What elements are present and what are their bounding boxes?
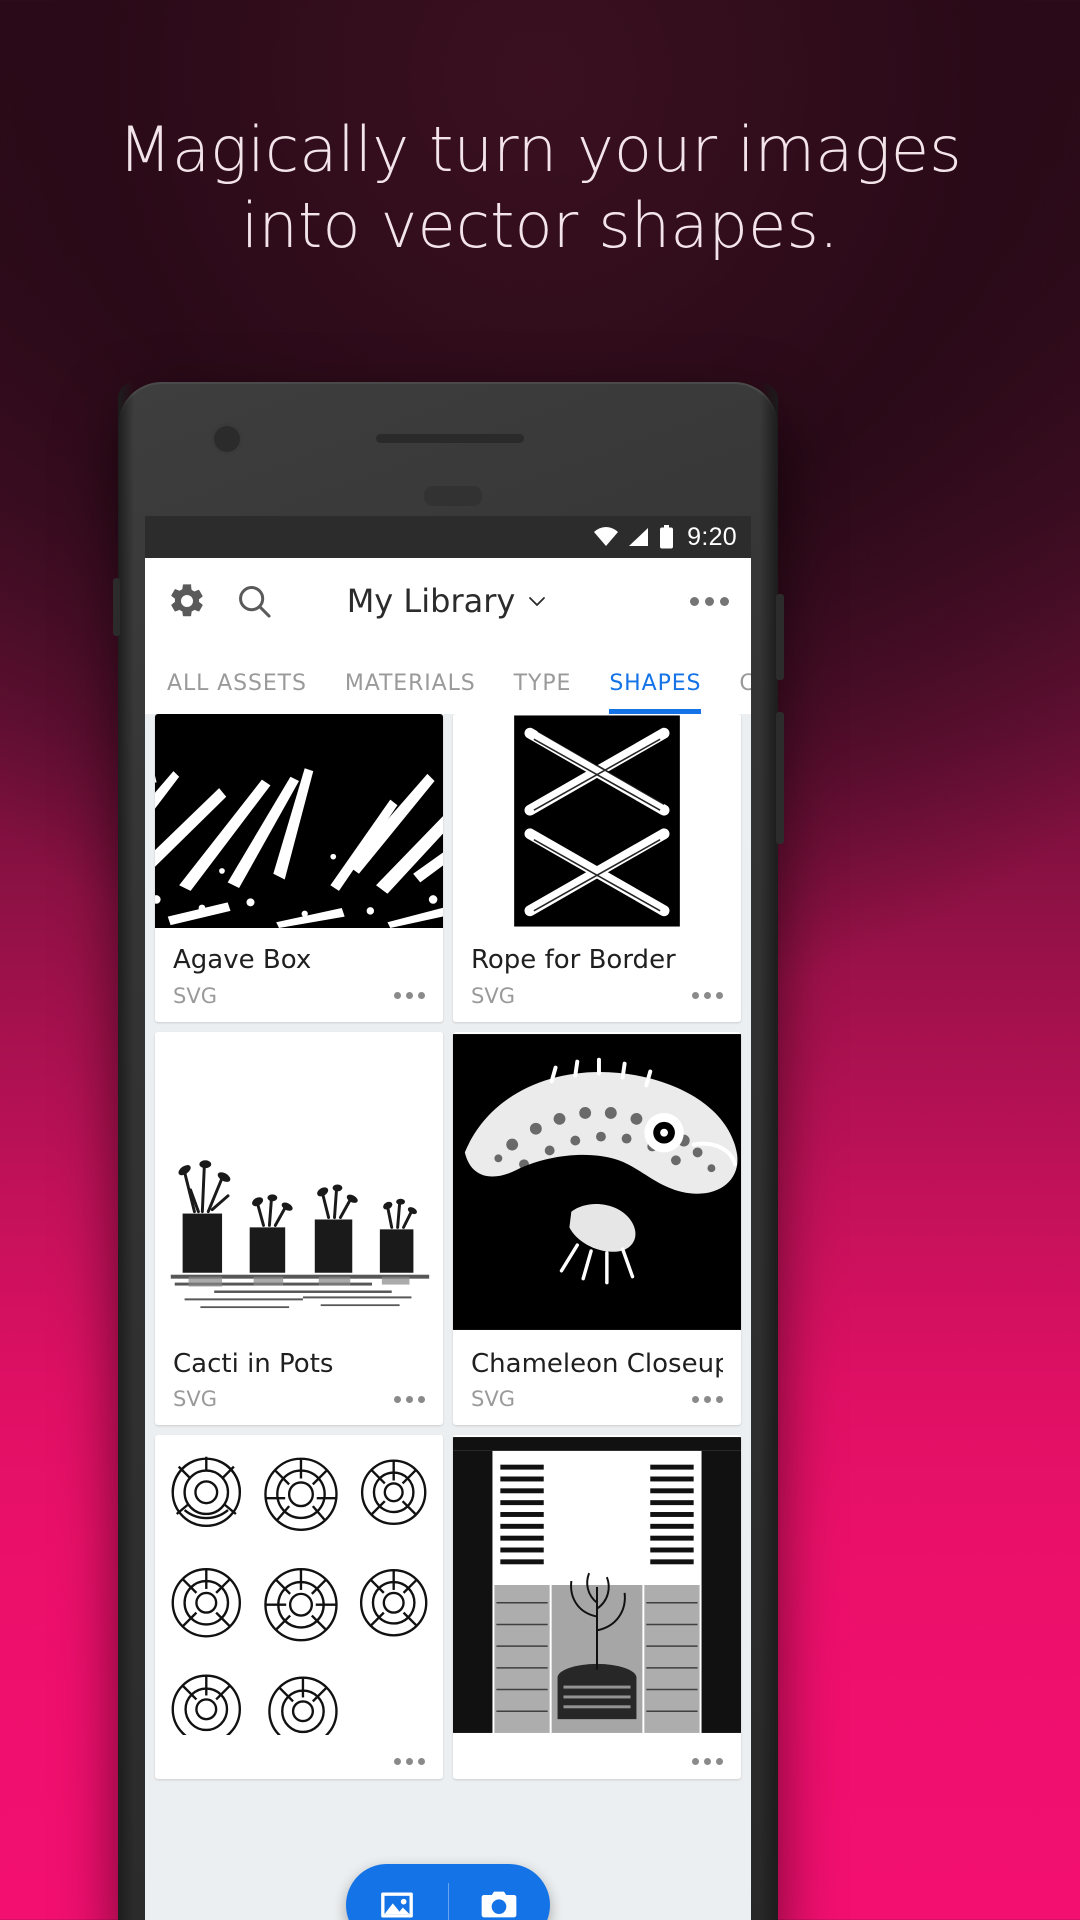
asset-title: Cacti in Pots — [173, 1348, 334, 1379]
side-button-left[interactable] — [113, 578, 120, 636]
more-horizontal-icon[interactable] — [394, 1395, 425, 1403]
dot — [394, 1758, 401, 1765]
signal-icon — [628, 527, 650, 547]
status-bar: 9:20 — [145, 516, 751, 558]
phone-screen: 9:20 My Library ALL ASSETS MATERIALS TYP… — [145, 516, 751, 1920]
floating-action-button[interactable] — [346, 1864, 550, 1920]
status-bar-icons — [593, 525, 674, 549]
asset-format: SVG — [173, 1387, 217, 1411]
promo-headline: Magically turn your images into vector s… — [0, 112, 1080, 263]
dot — [716, 1395, 723, 1403]
proximity-sensor — [424, 486, 482, 506]
dot — [418, 1395, 425, 1403]
dot — [705, 596, 714, 606]
dot — [418, 992, 425, 999]
gear-icon[interactable] — [167, 581, 207, 621]
image-icon — [377, 1885, 417, 1920]
more-horizontal-icon[interactable] — [692, 1758, 723, 1765]
asset-format: SVG — [173, 983, 217, 1008]
dot — [692, 1758, 699, 1765]
dot — [418, 1758, 425, 1765]
power-button[interactable] — [776, 712, 784, 844]
asset-card[interactable]: Rope for Border SVG — [453, 714, 741, 1022]
asset-card-meta: Rope for Border SVG — [453, 928, 741, 1022]
dot — [704, 1395, 711, 1403]
chevron-down-icon — [525, 589, 549, 613]
asset-card[interactable]: Cacti in Pots SVG — [155, 1031, 443, 1426]
asset-card-meta: Chameleon Closeup SVG — [453, 1332, 741, 1426]
asset-grid: Agave Box SVG Rope for Border SVG Cacti … — [145, 714, 751, 1779]
dot — [716, 992, 723, 999]
asset-card-meta: Cacti in Pots SVG — [155, 1332, 443, 1426]
asset-card[interactable]: Agave Box SVG — [155, 714, 443, 1022]
asset-thumbnail-succulents[interactable] — [155, 1435, 443, 1735]
more-horizontal-icon[interactable] — [692, 992, 723, 999]
asset-card-meta — [453, 1735, 741, 1779]
asset-card[interactable] — [155, 1435, 443, 1779]
more-horizontal-icon[interactable] — [394, 1758, 425, 1765]
earpiece-speaker — [376, 434, 524, 443]
asset-format: SVG — [471, 1387, 515, 1411]
asset-card-meta — [155, 1735, 443, 1779]
tab-colors[interactable]: COLORS — [721, 671, 751, 714]
asset-thumbnail-chameleon[interactable] — [453, 1031, 741, 1332]
dot — [394, 992, 401, 999]
page-title: My Library — [346, 582, 516, 620]
fab-camera-button[interactable] — [449, 1864, 551, 1920]
wifi-icon — [593, 527, 619, 547]
dot — [692, 992, 699, 999]
dot — [716, 1758, 723, 1765]
dot — [704, 992, 711, 999]
asset-title: Chameleon Closeup — [471, 1348, 723, 1379]
asset-thumbnail-rope[interactable] — [453, 714, 741, 928]
dot — [406, 992, 413, 999]
dot — [720, 596, 729, 606]
app-bar: My Library — [145, 558, 751, 644]
dot — [690, 596, 699, 606]
asset-card-meta: Agave Box SVG — [155, 928, 443, 1022]
dot — [692, 1395, 699, 1403]
tab-shapes[interactable]: SHAPES — [591, 671, 721, 714]
dot — [406, 1758, 413, 1765]
search-icon[interactable] — [235, 582, 273, 620]
asset-grid-scroll[interactable]: Agave Box SVG Rope for Border SVG Cacti … — [145, 714, 751, 1920]
more-horizontal-icon[interactable] — [692, 1395, 723, 1403]
dot — [394, 1395, 401, 1403]
asset-title: Agave Box — [173, 945, 312, 975]
tab-type[interactable]: TYPE — [496, 671, 592, 714]
asset-format: SVG — [471, 983, 515, 1008]
camera-icon — [479, 1885, 519, 1920]
more-horizontal-icon[interactable] — [394, 992, 425, 999]
asset-title: Rope for Border — [471, 945, 676, 975]
overflow-dots — [690, 596, 729, 606]
asset-thumbnail-cacti[interactable] — [155, 1031, 443, 1332]
asset-thumbnail-agave[interactable] — [155, 714, 443, 928]
dot — [704, 1758, 711, 1765]
more-horizontal-icon[interactable] — [690, 596, 729, 606]
headline-line-1: Magically turn your images — [118, 113, 962, 186]
asset-thumbnail-doorcactus[interactable] — [453, 1435, 741, 1735]
dot — [406, 1395, 413, 1403]
front-camera-icon — [214, 426, 240, 452]
fab-gallery-button[interactable] — [346, 1864, 448, 1920]
headline-line-2: into vector shapes. — [241, 188, 839, 262]
battery-icon — [659, 525, 674, 549]
phone-bezel-left — [118, 382, 134, 1920]
phone-device-mockup: 9:20 My Library ALL ASSETS MATERIALS TYP… — [113, 382, 784, 1920]
tab-all-assets[interactable]: ALL ASSETS — [167, 671, 327, 714]
tab-materials[interactable]: MATERIALS — [327, 671, 496, 714]
asset-card[interactable]: Chameleon Closeup SVG — [453, 1031, 741, 1426]
asset-card[interactable] — [453, 1435, 741, 1779]
status-bar-time: 9:20 — [687, 522, 737, 551]
volume-button[interactable] — [776, 594, 784, 680]
tab-bar: ALL ASSETS MATERIALS TYPE SHAPES COLORS … — [145, 644, 751, 714]
